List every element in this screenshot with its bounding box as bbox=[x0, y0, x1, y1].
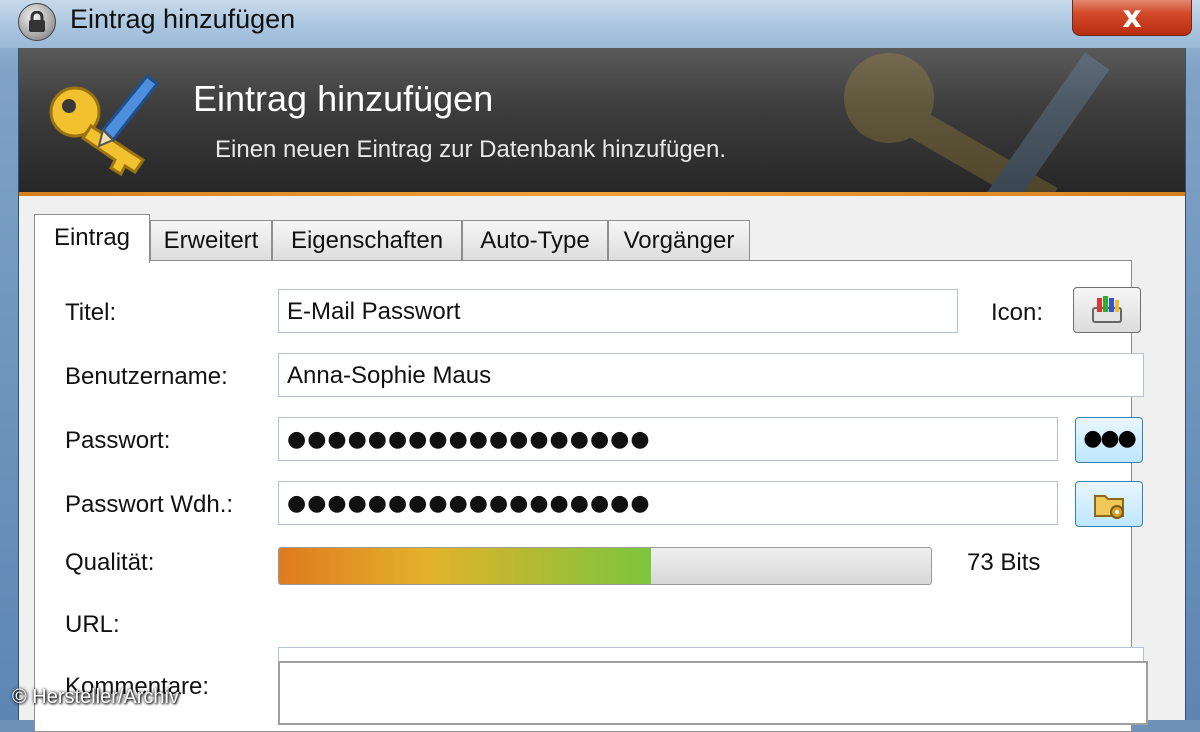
username-label: Benutzername: bbox=[65, 363, 228, 390]
password-repeat-label: Passwort Wdh.: bbox=[65, 491, 234, 518]
url-label: URL: bbox=[65, 611, 120, 638]
key-pen-icon bbox=[49, 73, 160, 177]
quality-bar bbox=[278, 547, 932, 585]
header-banner: Eintrag hinzufügen Einen neuen Eintrag z… bbox=[19, 48, 1185, 192]
banner-subtitle: Einen neuen Eintrag zur Datenbank hinzuf… bbox=[215, 136, 727, 163]
show-password-button[interactable]: ●●● bbox=[1075, 417, 1143, 463]
password-repeat-field[interactable]: ●●●●●●●●●●●●●●●●●● bbox=[278, 481, 1058, 525]
password-generator-icon bbox=[1094, 495, 1124, 519]
entry-panel: Titel: E-Mail Passwort Icon: Benutzernam… bbox=[34, 260, 1148, 732]
key-pen-watermark-icon bbox=[844, 52, 1110, 192]
title-label: Titel: bbox=[65, 299, 117, 326]
tab-erweitert[interactable]: Erweitert bbox=[150, 220, 272, 261]
password-generator-button[interactable] bbox=[1075, 481, 1143, 527]
dialog-client: Eintrag hinzufügen Einen neuen Eintrag z… bbox=[18, 48, 1186, 732]
window-title: Eintrag hinzufügen bbox=[70, 4, 296, 34]
banner-title: Eintrag hinzufügen bbox=[193, 78, 494, 119]
icon-picker-button[interactable] bbox=[1073, 287, 1141, 333]
title-bar[interactable]: Eintrag hinzufügen x bbox=[0, 0, 1200, 48]
icon-label: Icon: bbox=[991, 299, 1044, 326]
quality-bar-fill bbox=[279, 548, 651, 584]
quality-label: Qualität: bbox=[65, 549, 155, 576]
comments-field[interactable] bbox=[278, 661, 1148, 725]
username-field[interactable]: Anna-Sophie Maus bbox=[278, 353, 1144, 397]
tab-auto-type[interactable]: Auto-Type bbox=[462, 220, 608, 261]
banner-divider bbox=[19, 192, 1185, 196]
close-icon: x bbox=[1122, 0, 1142, 35]
tab-eigenschaften[interactable]: Eigenschaften bbox=[272, 220, 462, 261]
tab-eintrag[interactable]: Eintrag bbox=[34, 214, 150, 263]
title-field[interactable]: E-Mail Passwort bbox=[278, 289, 958, 333]
quality-value: 73 Bits bbox=[967, 549, 1041, 576]
icon-picker-icon bbox=[1092, 296, 1122, 323]
lock-icon bbox=[18, 3, 56, 41]
tab-vorgaenger[interactable]: Vorgänger bbox=[608, 220, 750, 261]
show-password-icon: ●●● bbox=[1083, 426, 1137, 451]
password-field[interactable]: ●●●●●●●●●●●●●●●●●● bbox=[278, 417, 1058, 461]
close-button[interactable]: x bbox=[1072, 0, 1192, 36]
password-label: Passwort: bbox=[65, 427, 171, 454]
image-credit: © Hersteller/Archiv bbox=[12, 686, 179, 708]
